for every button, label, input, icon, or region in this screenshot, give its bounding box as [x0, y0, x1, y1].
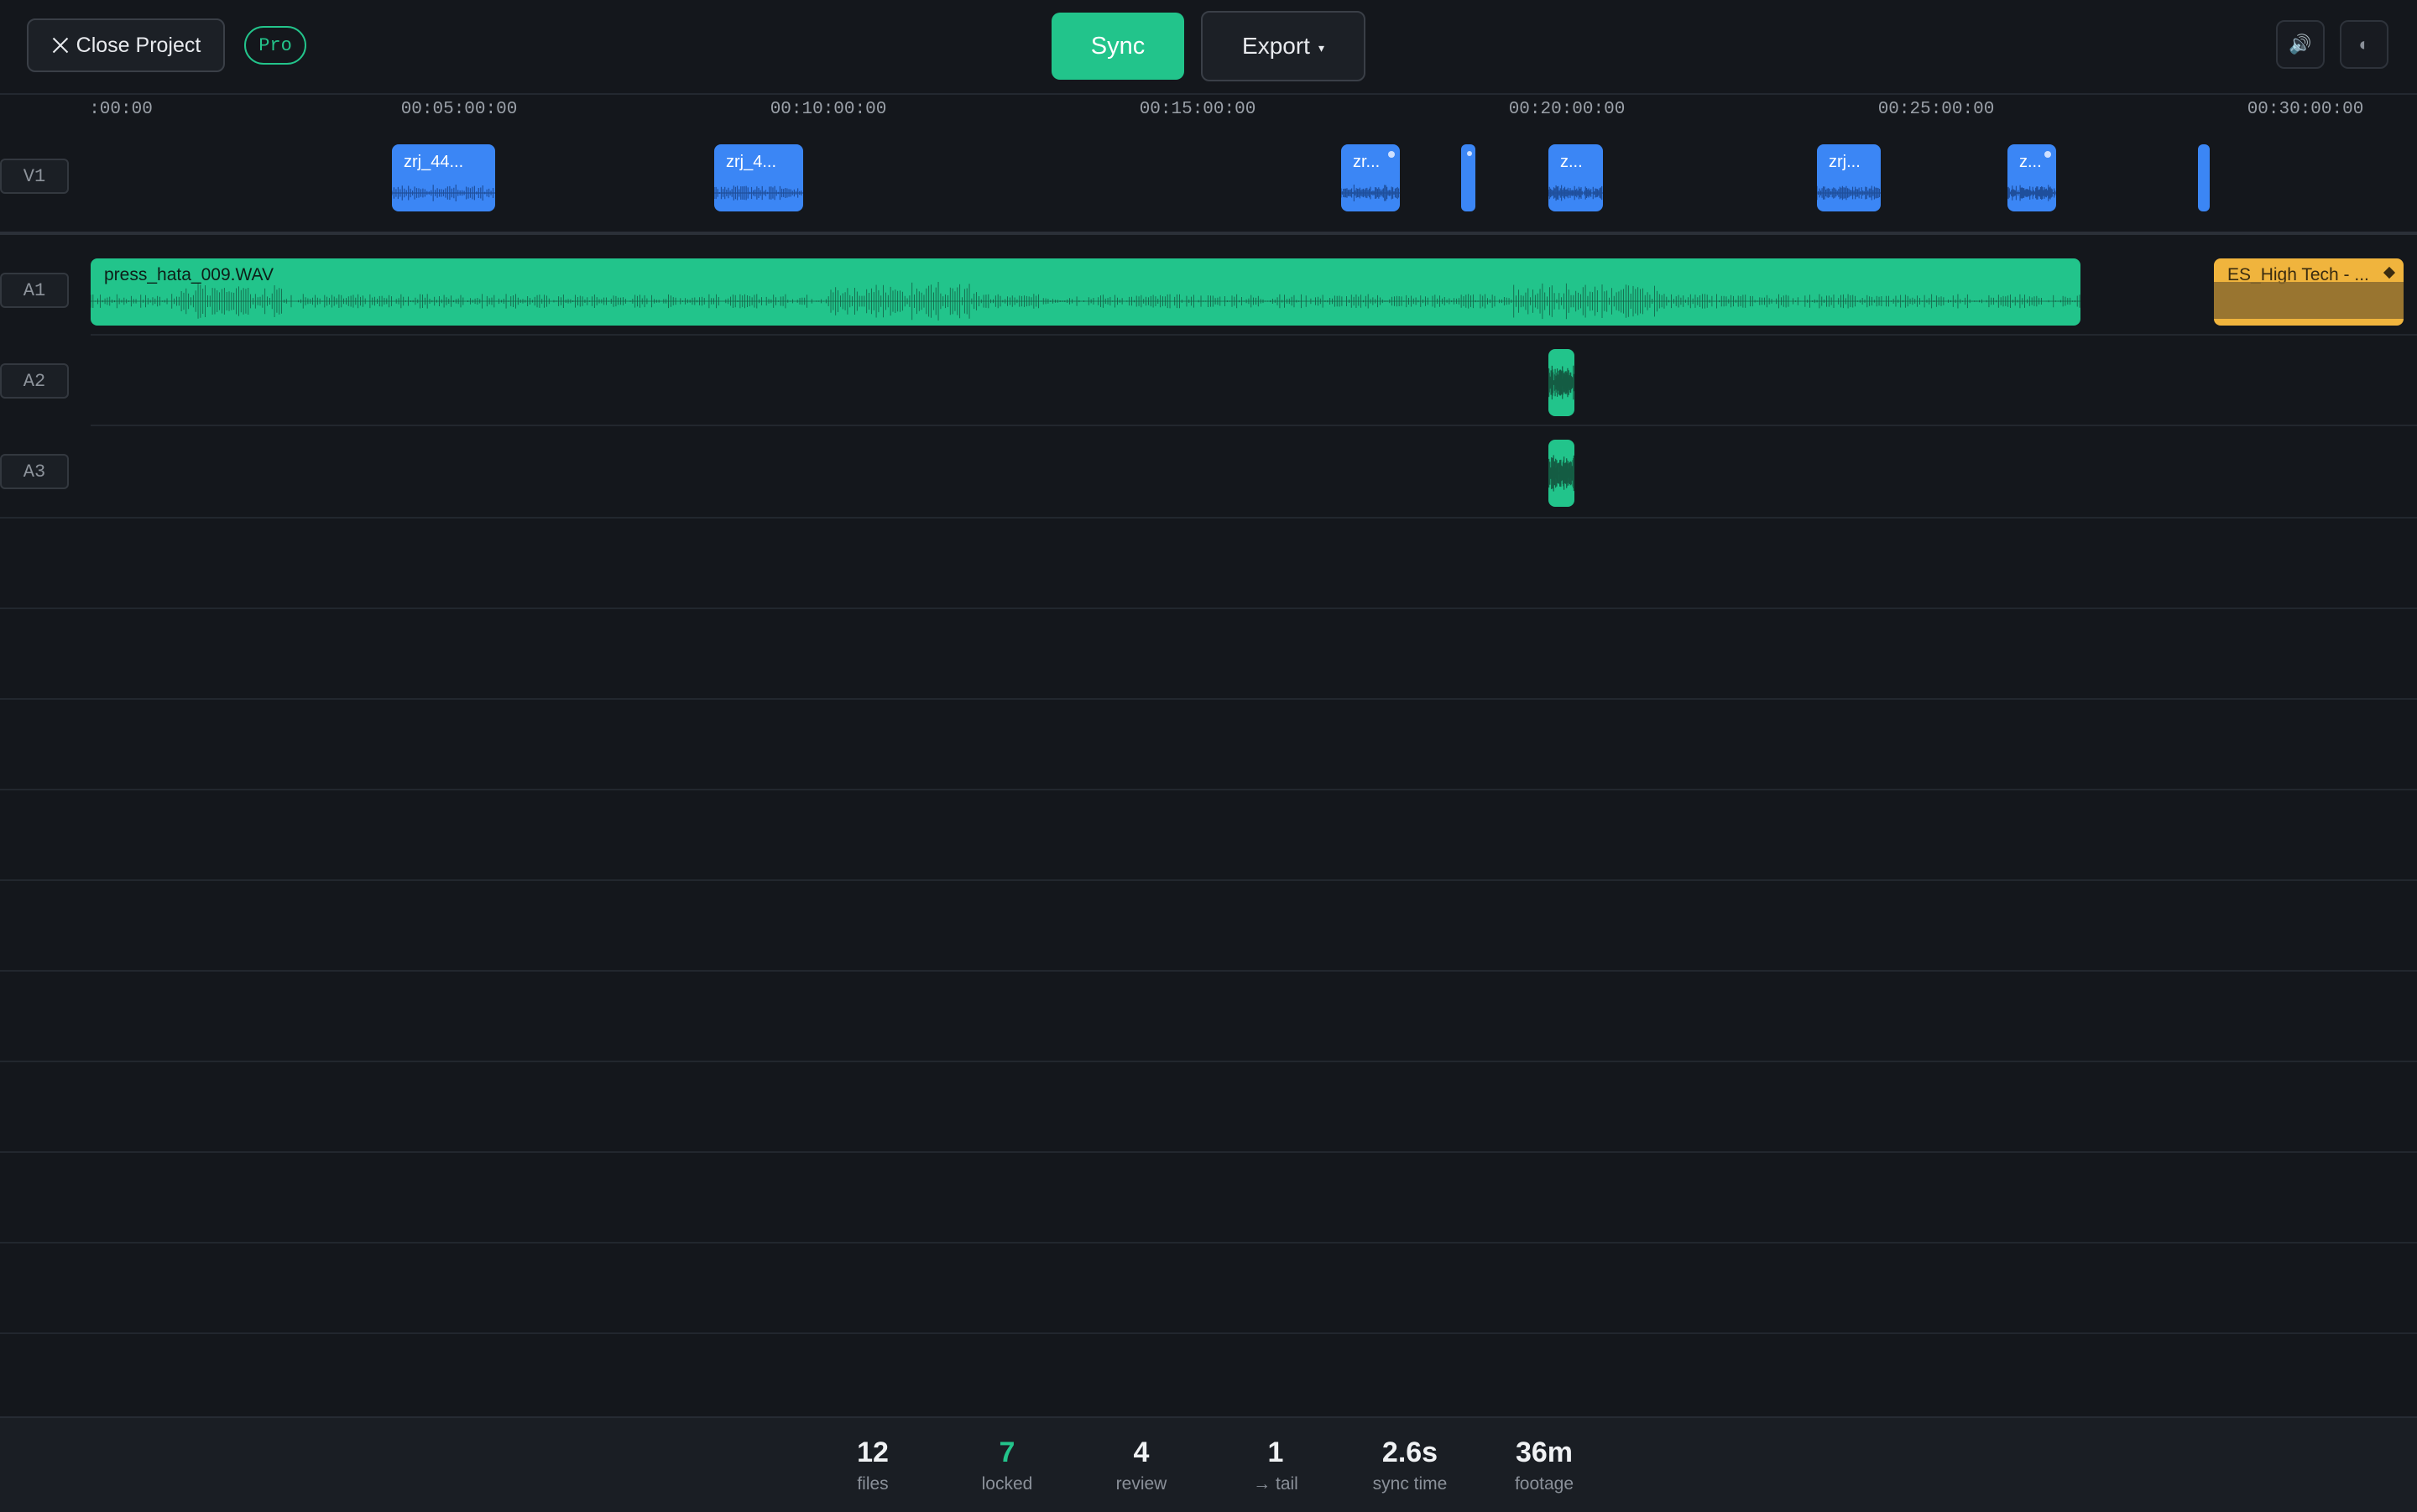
row-divider [0, 607, 2417, 609]
stat-label: footage [1514, 1474, 1574, 1494]
row-divider [0, 698, 2417, 700]
clip-waveform [714, 181, 803, 205]
waveform-path [91, 282, 2080, 321]
ruler-tick: 00:25:00:00 [1877, 100, 1995, 119]
stat-label: files [857, 1474, 889, 1494]
stat-label: review [1115, 1474, 1167, 1494]
caret-down-icon: ▾ [1318, 40, 1324, 55]
track-label-a3[interactable]: A3 [0, 454, 69, 489]
clip-name: zrj... [1829, 153, 1861, 171]
clip-waveform [91, 280, 2080, 322]
stat-value: 7 [999, 1436, 1015, 1468]
clip-name: zrj_44... [404, 153, 464, 171]
stat-tail: 1 → tail [1213, 1436, 1339, 1494]
row-divider [0, 970, 2417, 972]
track-label-a2[interactable]: A2 [0, 363, 69, 399]
row-divider [0, 1242, 2417, 1243]
clip-waveform [2214, 282, 2404, 319]
clip-waveform [1341, 181, 1400, 205]
ruler-tick: 00:10:00:00 [770, 100, 887, 119]
row-divider [0, 1061, 2417, 1062]
stat-locked: 7 locked [944, 1436, 1070, 1494]
audio-clip[interactable]: press_hata_009.WAV [91, 258, 2080, 326]
volume-icon: 🔊 [2289, 34, 2312, 55]
clip-waveform [1817, 181, 1881, 205]
video-clip[interactable]: zrj_4... [714, 144, 803, 211]
video-clip[interactable]: z... [1548, 144, 1603, 211]
export-button[interactable]: Export ▾ [1201, 11, 1365, 81]
row-divider [0, 879, 2417, 881]
waveform-path [714, 185, 803, 201]
row-divider [0, 1151, 2417, 1153]
waveform-path [1817, 186, 1881, 201]
ruler-tick: :00:00 [89, 100, 153, 119]
track-label-v1[interactable]: V1 [0, 159, 69, 194]
volume-button[interactable]: 🔊 [2276, 20, 2325, 69]
audio-clip[interactable] [1548, 440, 1574, 507]
video-clip[interactable] [1461, 144, 1475, 211]
video-audio-divider [0, 232, 2417, 235]
music-clip[interactable]: ES_High Tech - ... [2214, 258, 2404, 326]
clip-marker [2044, 151, 2051, 158]
video-clip[interactable] [2198, 144, 2210, 211]
clip-waveform [2007, 181, 2056, 205]
clip-waveform [1548, 448, 1574, 498]
clip-name: z... [1560, 153, 1583, 171]
stat-footage: 36m footage [1481, 1436, 1607, 1494]
export-label: Export [1242, 33, 1310, 59]
stat-value: 12 [857, 1436, 889, 1468]
stat-value: 4 [1133, 1436, 1150, 1468]
clip-marker [1388, 151, 1395, 158]
theme-toggle-button[interactable]: ◐ [2340, 20, 2388, 69]
clip-marker [1467, 151, 1472, 156]
waveform-path [2007, 185, 2056, 201]
toolbar: Close Project Pro Sync Export ▾ 🔊 ◐ [0, 0, 2417, 95]
stats-footer: 12 files 7 locked 4 review 1 → tail 2.6s… [0, 1416, 2417, 1512]
row-divider [0, 789, 2417, 790]
stat-label: → tail [1253, 1474, 1298, 1494]
ruler-tick: 00:15:00:00 [1139, 100, 1256, 119]
stat-files: 12 files [810, 1436, 936, 1494]
clip-waveform [392, 181, 495, 205]
stat-value: 1 [1267, 1436, 1284, 1468]
close-project-label: Close Project [76, 33, 201, 57]
clip-waveform [1548, 357, 1574, 408]
waveform-path [1341, 185, 1400, 201]
waveform-path [1548, 185, 1603, 201]
row-divider [91, 425, 2417, 426]
sync-button[interactable]: Sync [1052, 13, 1184, 80]
clip-waveform [1548, 181, 1603, 205]
ruler-tick: 00:30:00:00 [2247, 100, 2364, 119]
clip-marker [2383, 266, 2396, 279]
ruler-tick: 00:05:00:00 [400, 100, 518, 119]
row-divider [0, 1332, 2417, 1334]
clip-name: zr... [1353, 153, 1381, 171]
contrast-icon: ◐ [2358, 34, 2370, 55]
waveform-path [392, 185, 495, 201]
close-project-button[interactable]: Close Project [27, 18, 225, 72]
audio-clip[interactable] [1548, 349, 1574, 416]
stat-value: 36m [1515, 1436, 1574, 1468]
pro-badge: Pro [244, 26, 306, 65]
stat-label: locked [981, 1474, 1033, 1494]
video-clip[interactable]: z... [2007, 144, 2056, 211]
waveform-path [1548, 455, 1574, 491]
stat-value: 2.6s [1381, 1436, 1438, 1468]
ruler-tick: 00:20:00:00 [1508, 100, 1626, 119]
video-clip[interactable]: zrj_44... [392, 144, 495, 211]
clip-name: zrj_4... [726, 153, 777, 171]
timeline-ruler[interactable]: :00:00 00:05:00:00 00:10:00:00 00:15:00:… [0, 95, 2417, 128]
clip-name: z... [2019, 153, 2042, 171]
row-divider [0, 517, 2417, 519]
stat-review: 4 review [1078, 1436, 1204, 1494]
video-clip[interactable]: zrj... [1817, 144, 1881, 211]
row-divider [91, 334, 2417, 336]
waveform-path [1548, 366, 1574, 400]
stat-label: sync time [1372, 1474, 1448, 1494]
video-clip[interactable]: zr... [1341, 144, 1400, 211]
track-label-a1[interactable]: A1 [0, 273, 69, 308]
stat-sync-time: 2.6s sync time [1347, 1436, 1473, 1494]
close-icon [51, 36, 70, 55]
